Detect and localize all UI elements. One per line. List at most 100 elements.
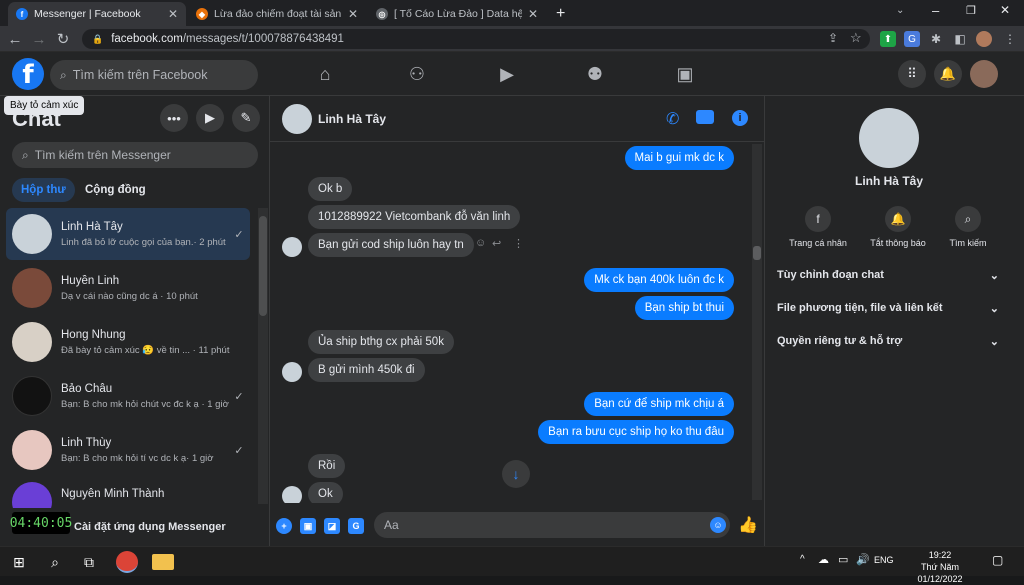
conversation-name: Linh Thùy xyxy=(61,436,112,449)
emoji-icon[interactable]: ☺ xyxy=(710,517,726,533)
address-bar-row: ← → ↻ 🔒 facebook.com/messages/t/10007887… xyxy=(0,26,1024,52)
contact-name[interactable]: Linh Hà Tây xyxy=(318,112,386,126)
message-bubble[interactable]: Mai b gui mk dc k xyxy=(624,146,734,170)
friends-icon[interactable]: ⚇ xyxy=(406,64,428,84)
home-icon[interactable]: ⌂ xyxy=(314,64,336,84)
search-icon[interactable]: ⌕ xyxy=(44,551,66,573)
chrome-icon[interactable] xyxy=(116,551,138,573)
restore-icon[interactable]: ❐ xyxy=(966,4,976,17)
notification-center-icon[interactable]: ▢ xyxy=(992,553,1003,567)
share-icon[interactable]: ⇪ xyxy=(828,31,838,45)
avatar[interactable] xyxy=(282,104,312,134)
forward-icon[interactable]: → xyxy=(30,30,48,48)
message-bubble[interactable]: Mk ck bạn 400k luôn đc k xyxy=(584,268,734,292)
sticker-icon[interactable]: ◪ xyxy=(324,518,340,534)
bookmark-star-icon[interactable]: ☆ xyxy=(850,30,862,46)
avatar[interactable] xyxy=(859,108,919,168)
tab-messenger[interactable]: f Messenger | Facebook ✕ xyxy=(8,2,186,26)
language-indicator[interactable]: ENG xyxy=(874,555,894,565)
profile-avatar[interactable] xyxy=(976,31,992,47)
close-icon[interactable]: ✕ xyxy=(348,7,358,21)
window-close-icon[interactable]: ✕ xyxy=(1000,3,1010,17)
reply-icon[interactable]: ↩ xyxy=(492,237,501,250)
conversation-item[interactable]: Hong Nhung Đã bày tỏ cảm xúc 😥 về tin ...… xyxy=(6,316,250,368)
customize-chat-section[interactable]: Tùy chỉnh đoạn chat ⌄ xyxy=(777,265,999,285)
plus-icon[interactable]: + xyxy=(276,518,292,534)
messenger-search-input[interactable]: ⌕ Tìm kiếm trên Messenger xyxy=(12,142,258,168)
message-bubble[interactable]: Rồi xyxy=(308,454,346,478)
gaming-icon[interactable]: ▣ xyxy=(674,64,696,84)
message-bubble[interactable]: 1012889922 Vietcombank đỗ văn linh xyxy=(308,205,521,229)
message-bubble[interactable]: B gửi mình 450k đi xyxy=(308,358,425,382)
translate-icon[interactable]: G xyxy=(904,31,920,47)
options-icon[interactable]: ••• xyxy=(160,104,188,132)
mute-button[interactable]: 🔔 Tắt thông báo xyxy=(863,206,933,248)
message-bubble[interactable]: Bạn ship bt thui xyxy=(634,296,734,320)
task-view-icon[interactable]: ⧉ xyxy=(78,551,100,573)
message-bubble[interactable]: Bạn gửi cod ship luôn hay tn xyxy=(308,233,474,257)
compose-icon[interactable]: ✎ xyxy=(232,104,260,132)
close-icon[interactable]: ✕ xyxy=(528,7,538,21)
battery-icon[interactable]: ▭ xyxy=(838,553,848,566)
privacy-support-section[interactable]: Quyền riêng tư & hỗ trợ ⌄ xyxy=(777,331,999,351)
file-explorer-icon[interactable] xyxy=(152,554,174,570)
scroll-down-arrow-icon[interactable]: ↓ xyxy=(502,460,530,488)
message-input[interactable]: Aa xyxy=(374,512,730,538)
react-emoji-icon[interactable]: ☺ xyxy=(475,237,486,249)
network-icon[interactable]: ☁ xyxy=(818,553,829,566)
profile-button[interactable]: f Trang cá nhân xyxy=(783,206,853,248)
facebook-search-input[interactable]: ⌕ Tìm kiếm trên Facebook xyxy=(50,60,258,90)
message-scrollbar[interactable] xyxy=(752,144,762,500)
tab-search-icon[interactable]: ⌄ xyxy=(896,5,904,16)
windows-start-icon[interactable]: ⊞ xyxy=(8,551,30,573)
url-input[interactable]: 🔒 facebook.com/messages/t/10007887643849… xyxy=(82,29,870,49)
message-bubble[interactable]: Bạn cứ để ship mk chịu á xyxy=(584,392,734,416)
watch-icon[interactable]: ▶ xyxy=(496,64,518,84)
message-scroll-thumb[interactable] xyxy=(753,246,761,260)
gif-icon[interactable]: G xyxy=(348,518,364,534)
new-tab-button[interactable]: + xyxy=(548,2,572,26)
tab-lua-dao[interactable]: ◆ Lừa đảo chiếm đoạt tài sản trị giá ✕ xyxy=(188,2,366,26)
extensions-puzzle-icon[interactable]: ✱ xyxy=(928,31,944,47)
menu-grid-icon[interactable]: ⠿ xyxy=(898,60,926,88)
media-files-section[interactable]: File phương tiện, file và liên kết ⌄ xyxy=(777,298,999,318)
volume-icon[interactable]: 🔊 xyxy=(856,553,870,566)
tab-inbox[interactable]: Hộp thư xyxy=(12,178,75,202)
more-icon[interactable]: ⋮ xyxy=(513,237,524,250)
tab-community[interactable]: Cộng đồng xyxy=(76,178,155,202)
menu-kebab-icon[interactable]: ⋮ xyxy=(1002,31,1018,47)
new-room-icon[interactable]: ▶ xyxy=(196,104,224,132)
message-bubble[interactable]: Ok b xyxy=(308,177,353,201)
message-bubble[interactable]: Ok xyxy=(308,482,343,503)
facebook-logo[interactable]: f xyxy=(12,58,44,90)
sidepanel-icon[interactable]: ◧ xyxy=(952,31,968,47)
close-icon[interactable]: ✕ xyxy=(168,7,178,21)
conversation-info-pane: Linh Hà Tây f Trang cá nhân 🔔 Tắt thông bá… xyxy=(764,96,1024,546)
video-call-icon[interactable] xyxy=(696,110,714,124)
minimize-icon[interactable]: – xyxy=(932,3,939,18)
tray-chevron-icon[interactable]: ^ xyxy=(800,554,805,565)
conversation-item[interactable]: Huyền Linh Dạ v cái nào cũng dc á · 10 ph… xyxy=(6,262,250,314)
phone-call-icon[interactable]: ✆ xyxy=(666,109,679,129)
conversation-item[interactable]: Linh Thùy Bạn: B cho mk hỏi tí vc dc k ạ·… xyxy=(6,424,250,476)
message-bubble[interactable]: Ủa ship bthg cx phải 50k xyxy=(308,330,454,354)
system-clock[interactable]: 19:22 Thứ Năm 01/12/2022 xyxy=(900,549,980,585)
conversation-header: Linh Hà Tây ✆ i xyxy=(270,96,764,142)
notifications-bell-icon[interactable]: 🔔 xyxy=(934,60,962,88)
conversation-item[interactable]: Linh Hà Tây Linh đã bỏ lỡ cuộc gọi của bạ… xyxy=(6,208,250,260)
search-button[interactable]: ⌕ Tìm kiếm xyxy=(933,206,1003,248)
message-bubble[interactable]: Bạn ra bưu cục ship họ ko thu đâu xyxy=(538,420,734,444)
image-icon[interactable]: ▣ xyxy=(300,518,316,534)
tab-to-cao[interactable]: ◎ [ Tố Cáo Lừa Đảo ] Data hệ thống ✕ xyxy=(368,2,546,26)
contact-name[interactable]: Linh Hà Tây xyxy=(765,174,1013,188)
back-icon[interactable]: ← xyxy=(6,30,24,48)
conversation-item[interactable]: Bảo Châu Bạn: B cho mk hỏi chút vc đc k ạ… xyxy=(6,370,250,422)
conversation-item[interactable]: Nguyễn Minh Thành xyxy=(6,478,250,508)
account-avatar[interactable] xyxy=(970,60,998,88)
reload-icon[interactable]: ↻ xyxy=(54,30,72,48)
info-icon[interactable]: i xyxy=(732,110,748,126)
groups-icon[interactable]: ⚉ xyxy=(584,64,606,84)
chat-list-scroll-thumb[interactable] xyxy=(259,216,267,316)
extension-green-icon[interactable]: ⬆ xyxy=(880,31,896,47)
like-thumb-icon[interactable]: 👍 xyxy=(738,515,758,535)
